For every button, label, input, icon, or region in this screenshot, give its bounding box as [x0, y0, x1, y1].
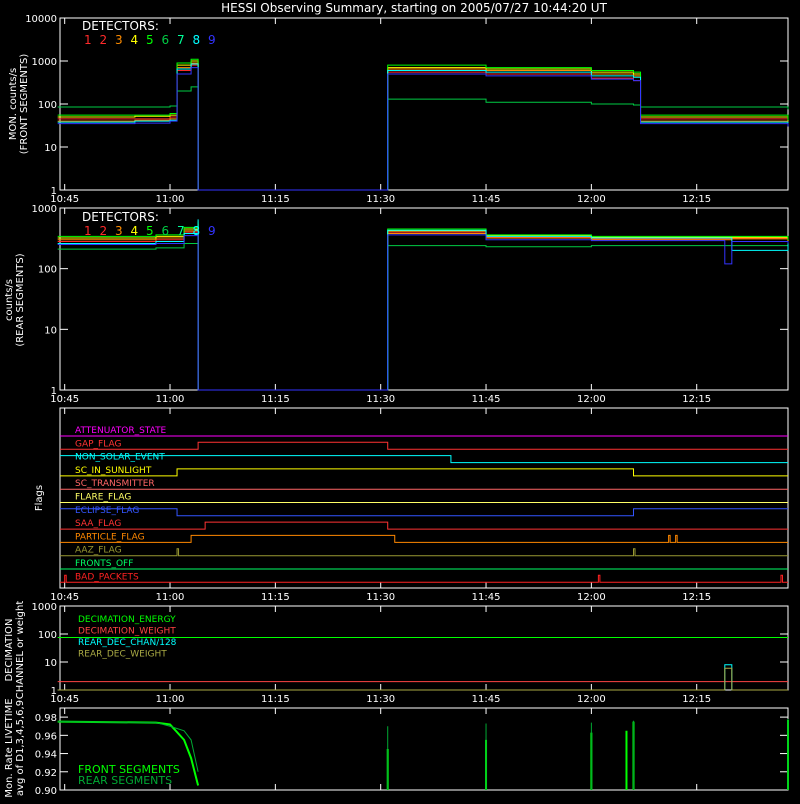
flags-ylabel: Flags: [34, 485, 45, 511]
x-tick-label: 11:15: [261, 694, 290, 705]
x-tick-label: 11:00: [156, 592, 185, 603]
y-tick-label: 10: [44, 143, 57, 154]
y-tick-label: 0.98: [35, 713, 57, 724]
legend-title: DETECTORS:: [82, 19, 159, 33]
decimation-ylabel-sub: CHANNEL or weight: [15, 601, 26, 700]
chart-svg: HESSI Observing Summary, starting on 200…: [0, 0, 800, 800]
rear-ylabel: counts/s: [4, 279, 15, 321]
front-ylabel: MON. counts/s: [8, 68, 19, 140]
y-tick-label: 1: [51, 186, 57, 197]
x-tick-label: 12:00: [577, 592, 606, 603]
chart-title: HESSI Observing Summary, starting on 200…: [221, 1, 607, 15]
y-tick-label: 0.96: [35, 731, 57, 742]
y-tick-label: 0.94: [35, 750, 57, 761]
legend-digit: 4: [131, 224, 139, 238]
legend-digit: 8: [193, 224, 201, 238]
x-tick-label: 11:00: [156, 694, 185, 705]
x-tick-label: 12:15: [682, 394, 711, 405]
y-tick-label: 10: [44, 658, 57, 669]
x-tick-label: 12:15: [682, 592, 711, 603]
legend-digit: 2: [100, 224, 108, 238]
x-tick-label: 11:00: [156, 194, 185, 205]
legend-digit: 7: [177, 224, 185, 238]
legend-digit: 5: [146, 224, 154, 238]
y-tick-label: 1: [51, 686, 57, 697]
x-tick-label: 12:15: [682, 694, 711, 705]
decimation-ylabel: DECIMATION: [4, 618, 15, 681]
legend-digit: 9: [208, 224, 216, 238]
y-tick-label: 0.90: [35, 786, 57, 797]
x-tick-label: 11:15: [261, 394, 290, 405]
legend-digit: 5: [146, 33, 154, 47]
flag-label-saa_flag: SAA_FLAG: [75, 519, 121, 529]
legend-digit: 4: [131, 33, 139, 47]
x-tick-label: 11:00: [156, 394, 185, 405]
y-tick-label: 100: [38, 100, 57, 111]
y-tick-label: 10: [44, 325, 57, 336]
x-tick-label: 12:00: [577, 194, 606, 205]
x-tick-label: 11:45: [472, 592, 501, 603]
decimation-legend-item: DECIMATION_ENERGY: [78, 615, 176, 625]
y-tick-label: 1000: [32, 57, 57, 68]
legend-digit: 6: [162, 33, 170, 47]
x-tick-label: 11:30: [366, 592, 395, 603]
x-tick-label: 11:30: [366, 694, 395, 705]
x-tick-label: 11:45: [472, 194, 501, 205]
flag-label-sc_transmitter: SC_TRANSMITTER: [75, 479, 155, 489]
y-tick-label: 10000: [25, 14, 57, 25]
x-tick-label: 11:30: [366, 194, 395, 205]
decimation-legend-item: DECIMATION_WEIGHT: [78, 627, 176, 637]
legend-title: DETECTORS:: [82, 210, 159, 224]
legend-digit: 1: [84, 224, 92, 238]
legend-digit: 9: [208, 33, 216, 47]
x-tick-label: 12:15: [682, 194, 711, 205]
livetime-ylabel: Mon. Rate LIVETIME: [4, 698, 15, 797]
legend-digit: 7: [177, 33, 185, 47]
flag-label-bad_packets: BAD_PACKETS: [75, 572, 139, 582]
flag-label-fronts_off: FRONTS_OFF: [75, 559, 133, 569]
flag-label-non_solar_event: NON_SOLAR_EVENT: [75, 453, 165, 463]
livetime-legend-item: REAR SEGMENTS: [78, 774, 172, 787]
flag-label-eclipse_flag: ECLIPSE_FLAG: [75, 506, 139, 516]
front-ylabel-sub: (FRONT SEGMENTS): [19, 54, 30, 155]
x-tick-label: 12:00: [577, 394, 606, 405]
x-tick-label: 11:15: [261, 194, 290, 205]
y-tick-label: 1000: [32, 602, 57, 613]
x-tick-label: 11:30: [366, 394, 395, 405]
y-tick-label: 1000: [32, 204, 57, 215]
flag-label-flare_flag: FLARE_FLAG: [75, 493, 131, 503]
flag-label-particle_flag: PARTICLE_FLAG: [75, 532, 145, 542]
flag-label-gap_flag: GAP_FLAG: [75, 439, 121, 449]
y-tick-label: 100: [38, 265, 57, 276]
legend-digit: 1: [84, 33, 92, 47]
hessi-summary: HESSI Observing Summary, starting on 200…: [0, 0, 800, 800]
x-tick-label: 11:45: [472, 694, 501, 705]
livetime-ylabel-sub: avg of D1,3,4,5,6,9: [15, 700, 26, 796]
y-tick-label: 1: [51, 386, 57, 397]
legend-digit: 8: [193, 33, 201, 47]
decimation-legend-item: REAR_DEC_CHAN/128: [78, 638, 177, 648]
x-tick-label: 12:00: [577, 694, 606, 705]
flag-label-sc_in_sunlight: SC_IN_SUNLIGHT: [75, 466, 152, 476]
y-tick-label: 0.92: [35, 768, 57, 779]
legend-digit: 3: [115, 33, 123, 47]
legend-digit: 2: [100, 33, 108, 47]
y-tick-label: 100: [38, 630, 57, 641]
rear-ylabel-sub: (REAR SEGMENTS): [15, 253, 26, 346]
flag-label-aaz_flag: AAZ_FLAG: [75, 546, 122, 556]
flag-label-attenuator_state: ATTENUATOR_STATE: [75, 426, 167, 436]
legend-digit: 6: [162, 224, 170, 238]
x-tick-label: 11:15: [261, 592, 290, 603]
legend-digit: 3: [115, 224, 123, 238]
x-tick-label: 11:45: [472, 394, 501, 405]
decimation-legend-item: REAR_DEC_WEIGHT: [78, 650, 167, 660]
